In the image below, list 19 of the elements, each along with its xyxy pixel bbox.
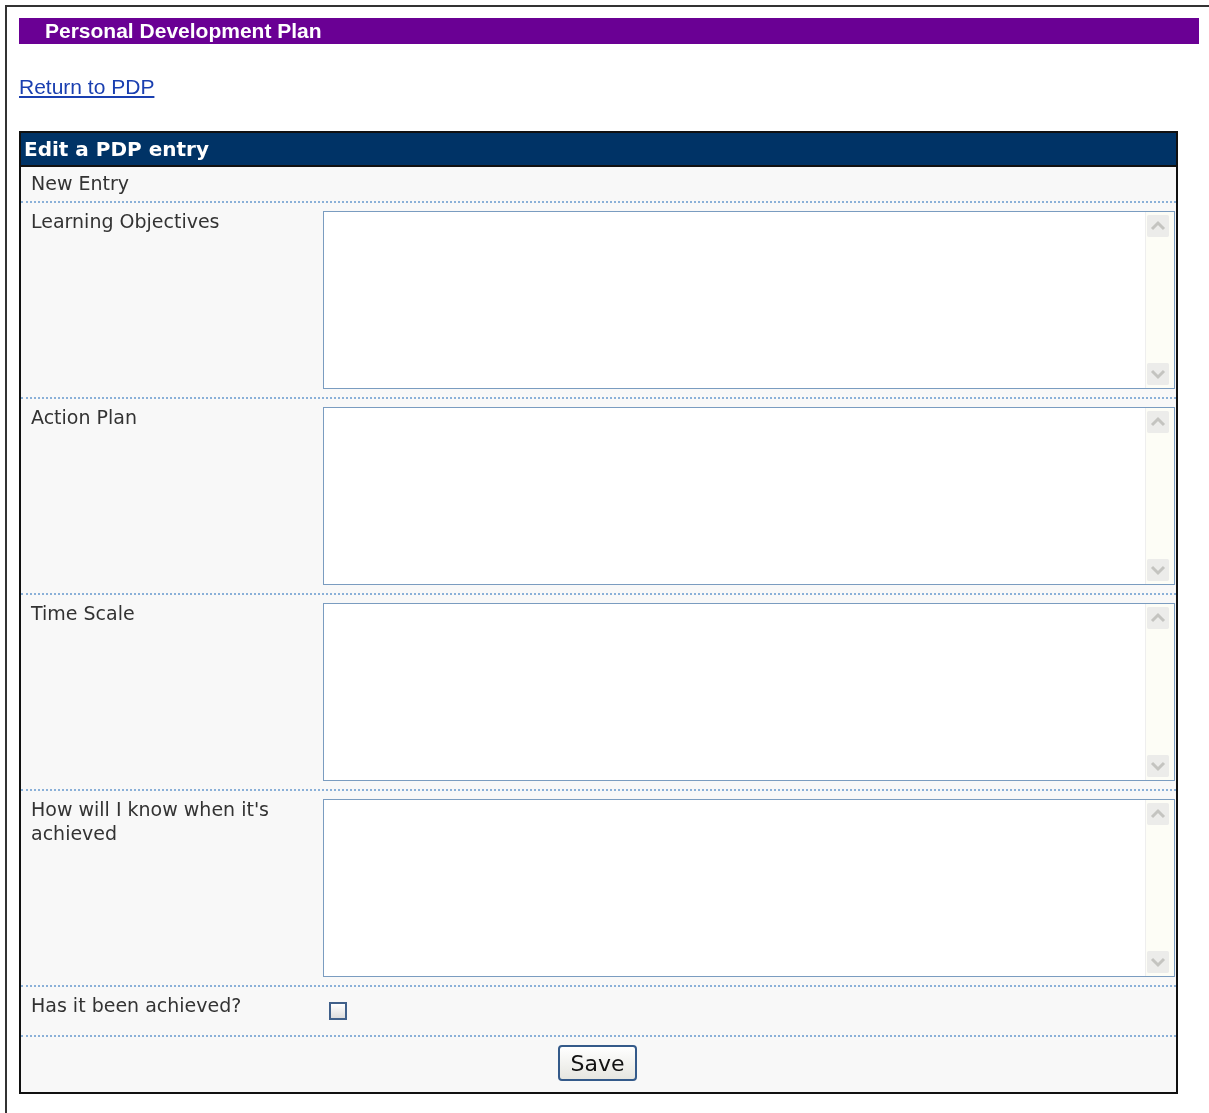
field-label: Has it been achieved? (30, 993, 243, 1018)
page-title: Personal Development Plan (19, 18, 1199, 44)
field-label: Time Scale (30, 601, 136, 626)
save-button[interactable]: Save (558, 1045, 637, 1081)
scrollbar[interactable] (1145, 800, 1174, 976)
text-area[interactable] (323, 211, 1175, 389)
form-title: Edit a PDP entry (21, 133, 1176, 167)
scrollbar[interactable] (1145, 604, 1174, 780)
return-link[interactable]: Return to PDP (19, 75, 155, 99)
entry-subtitle: New Entry (21, 167, 1176, 203)
field-label: Action Plan (30, 405, 138, 430)
checkbox[interactable] (329, 1002, 347, 1020)
field-label: How will I know when it's achieved (30, 797, 270, 846)
scrollbar[interactable] (1145, 408, 1174, 584)
scrollbar[interactable] (1145, 212, 1174, 388)
text-area[interactable] (323, 799, 1175, 977)
text-area[interactable] (323, 603, 1175, 781)
text-area[interactable] (323, 407, 1175, 585)
field-label: Learning Objectives (30, 209, 221, 234)
